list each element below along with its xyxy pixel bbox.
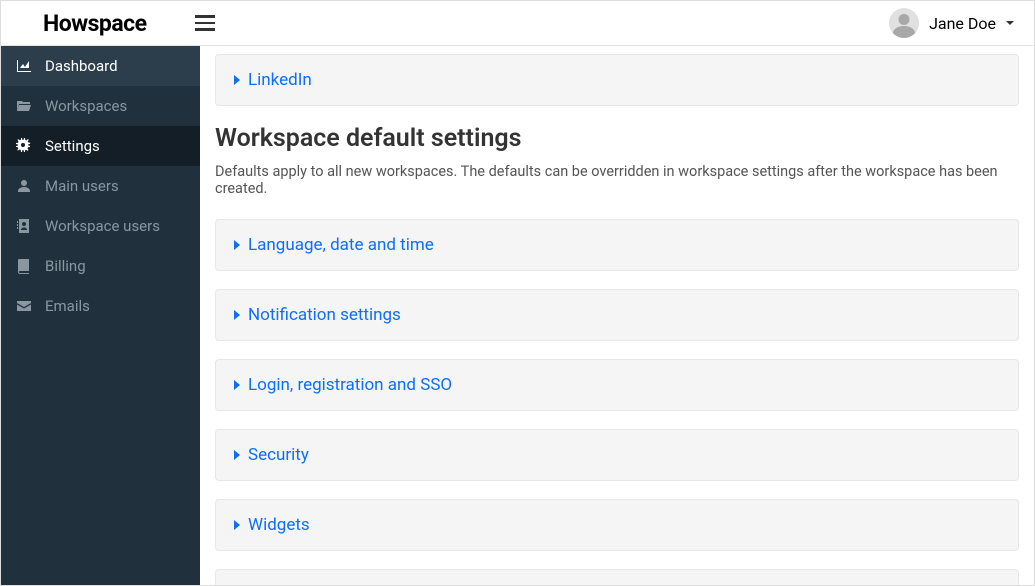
sidebar-item-label: Dashboard xyxy=(45,57,118,75)
caret-right-icon xyxy=(234,240,240,250)
caret-right-icon xyxy=(234,310,240,320)
sidebar-item-label: Settings xyxy=(45,137,100,155)
user-name: Jane Doe xyxy=(929,14,996,33)
accordion-item-notification[interactable]: Notification settings xyxy=(215,289,1019,341)
accordion-item-linkedin[interactable]: LinkedIn xyxy=(215,54,1019,106)
header-bar: Howspace Jane Doe xyxy=(1,1,1034,46)
sidebar-item-settings[interactable]: Settings xyxy=(1,126,200,166)
sidebar: Dashboard Workspaces Settings Main users xyxy=(1,46,200,585)
chart-area-icon xyxy=(15,58,33,74)
logo: Howspace xyxy=(43,10,147,37)
sidebar-item-billing[interactable]: Billing xyxy=(1,246,200,286)
chevron-down-icon xyxy=(1006,21,1014,25)
sidebar-item-workspaces[interactable]: Workspaces xyxy=(1,86,200,126)
accordion-item-features[interactable]: Features xyxy=(215,569,1019,585)
sidebar-item-dashboard[interactable]: Dashboard xyxy=(1,46,200,86)
accordion-label: Login, registration and SSO xyxy=(248,375,452,395)
hamburger-icon[interactable] xyxy=(195,11,215,35)
accordion-label: Notification settings xyxy=(248,305,401,325)
sidebar-item-label: Billing xyxy=(45,257,86,275)
book-icon xyxy=(15,258,33,274)
sidebar-item-label: Main users xyxy=(45,177,119,195)
sidebar-item-emails[interactable]: Emails xyxy=(1,286,200,326)
gears-icon xyxy=(15,138,33,154)
caret-right-icon xyxy=(234,75,240,85)
avatar xyxy=(889,8,919,38)
accordion-item-security[interactable]: Security xyxy=(215,429,1019,481)
accordion-item-login[interactable]: Login, registration and SSO xyxy=(215,359,1019,411)
accordion-label: LinkedIn xyxy=(248,70,312,90)
sidebar-item-label: Workspace users xyxy=(45,217,160,235)
sidebar-item-label: Workspaces xyxy=(45,97,127,115)
envelope-icon xyxy=(15,298,33,314)
caret-right-icon xyxy=(234,380,240,390)
accordion-label: Security xyxy=(248,445,309,465)
user-icon xyxy=(15,178,33,194)
content-area: LinkedIn Workspace default settings Defa… xyxy=(200,46,1034,585)
sidebar-item-workspace-users[interactable]: Workspace users xyxy=(1,206,200,246)
section-description: Defaults apply to all new workspaces. Th… xyxy=(215,163,1019,197)
accordion-label: Language, date and time xyxy=(248,235,434,255)
user-menu[interactable]: Jane Doe xyxy=(889,8,1022,38)
accordion-label: Widgets xyxy=(248,515,310,535)
sidebar-item-main-users[interactable]: Main users xyxy=(1,166,200,206)
sidebar-item-label: Emails xyxy=(45,297,90,315)
accordion-item-language[interactable]: Language, date and time xyxy=(215,219,1019,271)
address-book-icon xyxy=(15,218,33,234)
accordion-item-widgets[interactable]: Widgets xyxy=(215,499,1019,551)
folder-open-icon xyxy=(15,98,33,114)
section-title: Workspace default settings xyxy=(215,124,1019,153)
caret-right-icon xyxy=(234,520,240,530)
caret-right-icon xyxy=(234,450,240,460)
